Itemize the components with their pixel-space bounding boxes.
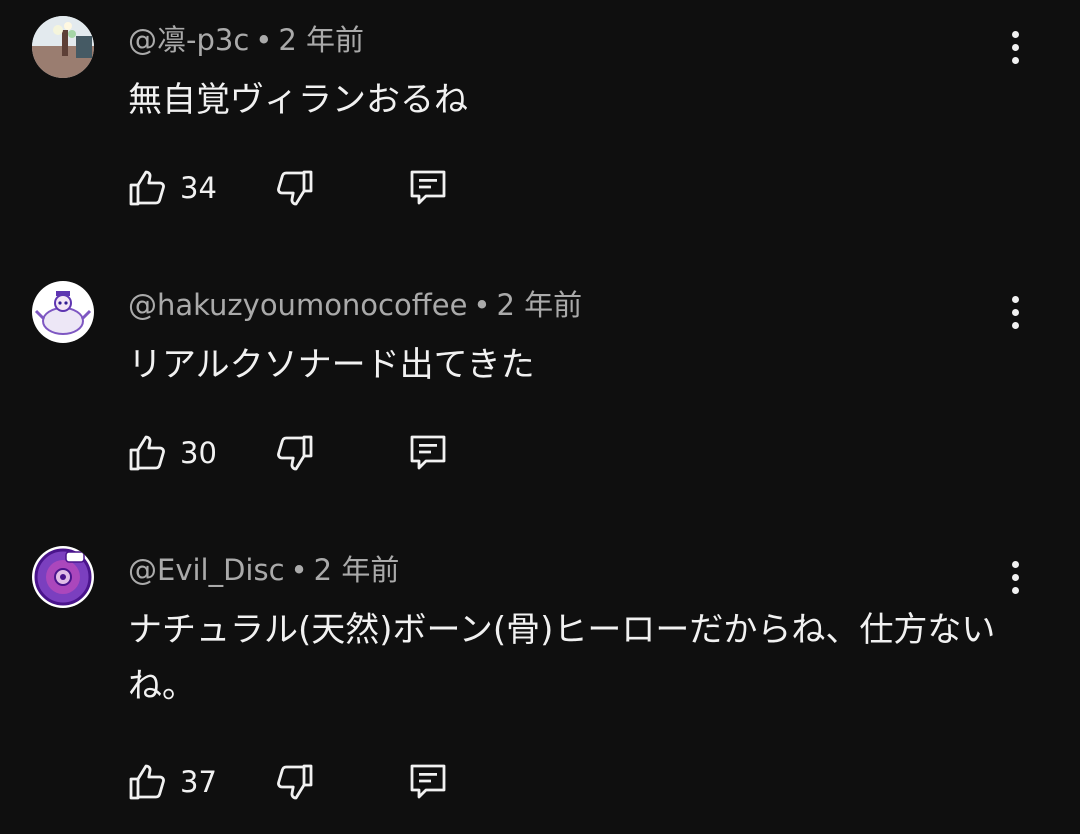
like-count: 37 xyxy=(180,765,217,799)
purple-disc-avatar-icon xyxy=(32,546,94,608)
like-button[interactable]: 30 xyxy=(124,429,224,477)
thumbs-down-icon xyxy=(277,764,313,800)
character-avatar-white-icon xyxy=(32,281,94,343)
author-name[interactable]: @Evil_Disc xyxy=(128,553,285,587)
dislike-button[interactable] xyxy=(270,758,318,806)
meta-separator: • xyxy=(473,288,491,322)
comment-time: 2 年前 xyxy=(278,23,365,57)
thumbs-up-icon xyxy=(129,170,165,206)
comment-text: リアルクソナード出てきた xyxy=(128,345,535,385)
author-avatar[interactable] xyxy=(32,281,94,343)
meta-separator: • xyxy=(255,23,273,57)
comment-meta: @hakuzyoumonocoffee • 2 年前 xyxy=(128,287,582,323)
meta-separator: • xyxy=(290,553,308,587)
like-button[interactable]: 34 xyxy=(124,164,224,212)
like-count: 30 xyxy=(180,436,217,470)
like-button[interactable]: 37 xyxy=(124,758,224,806)
reply-comment-icon xyxy=(410,435,446,470)
comment-time: 2 年前 xyxy=(313,553,400,587)
photo-avatar-flowers-icon xyxy=(32,16,94,78)
comment-text: ナチュラル(天然)ボーン(骨)ヒーローだからね、仕方ないね。 xyxy=(128,610,996,706)
comment-item: @Evil_Disc • 2 年前 ナチュラル(天然)ボーン(骨)ヒーローだからね、… xyxy=(0,530,1080,834)
author-avatar[interactable] xyxy=(32,546,94,608)
author-name[interactable]: @hakuzyoumonocoffee xyxy=(128,288,467,322)
thumbs-up-icon xyxy=(129,435,165,471)
dislike-button[interactable] xyxy=(270,164,318,212)
comment-time: 2 年前 xyxy=(496,288,583,322)
reply-comment-icon xyxy=(410,764,446,799)
more-options-button[interactable] xyxy=(996,290,1036,334)
reply-button[interactable] xyxy=(404,429,452,477)
like-count: 34 xyxy=(180,171,217,205)
dislike-button[interactable] xyxy=(270,429,318,477)
comment-meta: @Evil_Disc • 2 年前 xyxy=(128,552,399,588)
reply-comment-icon xyxy=(410,170,446,205)
comment-item: @凛-p3c • 2 年前 無自覚ヴィランおるね 34 xyxy=(0,0,1080,250)
author-name[interactable]: @凛-p3c xyxy=(128,23,249,57)
more-options-button[interactable] xyxy=(996,25,1036,69)
comment-text: 無自覚ヴィランおるね xyxy=(128,80,468,120)
reply-button[interactable] xyxy=(404,164,452,212)
comment-item: @hakuzyoumonocoffee • 2 年前 リアルクソナード出てきた 30 xyxy=(0,265,1080,515)
author-avatar[interactable] xyxy=(32,16,94,78)
more-options-button[interactable] xyxy=(996,555,1036,599)
thumbs-down-icon xyxy=(277,170,313,206)
comment-meta: @凛-p3c • 2 年前 xyxy=(128,22,364,58)
thumbs-down-icon xyxy=(277,435,313,471)
thumbs-up-icon xyxy=(129,764,165,800)
reply-button[interactable] xyxy=(404,758,452,806)
